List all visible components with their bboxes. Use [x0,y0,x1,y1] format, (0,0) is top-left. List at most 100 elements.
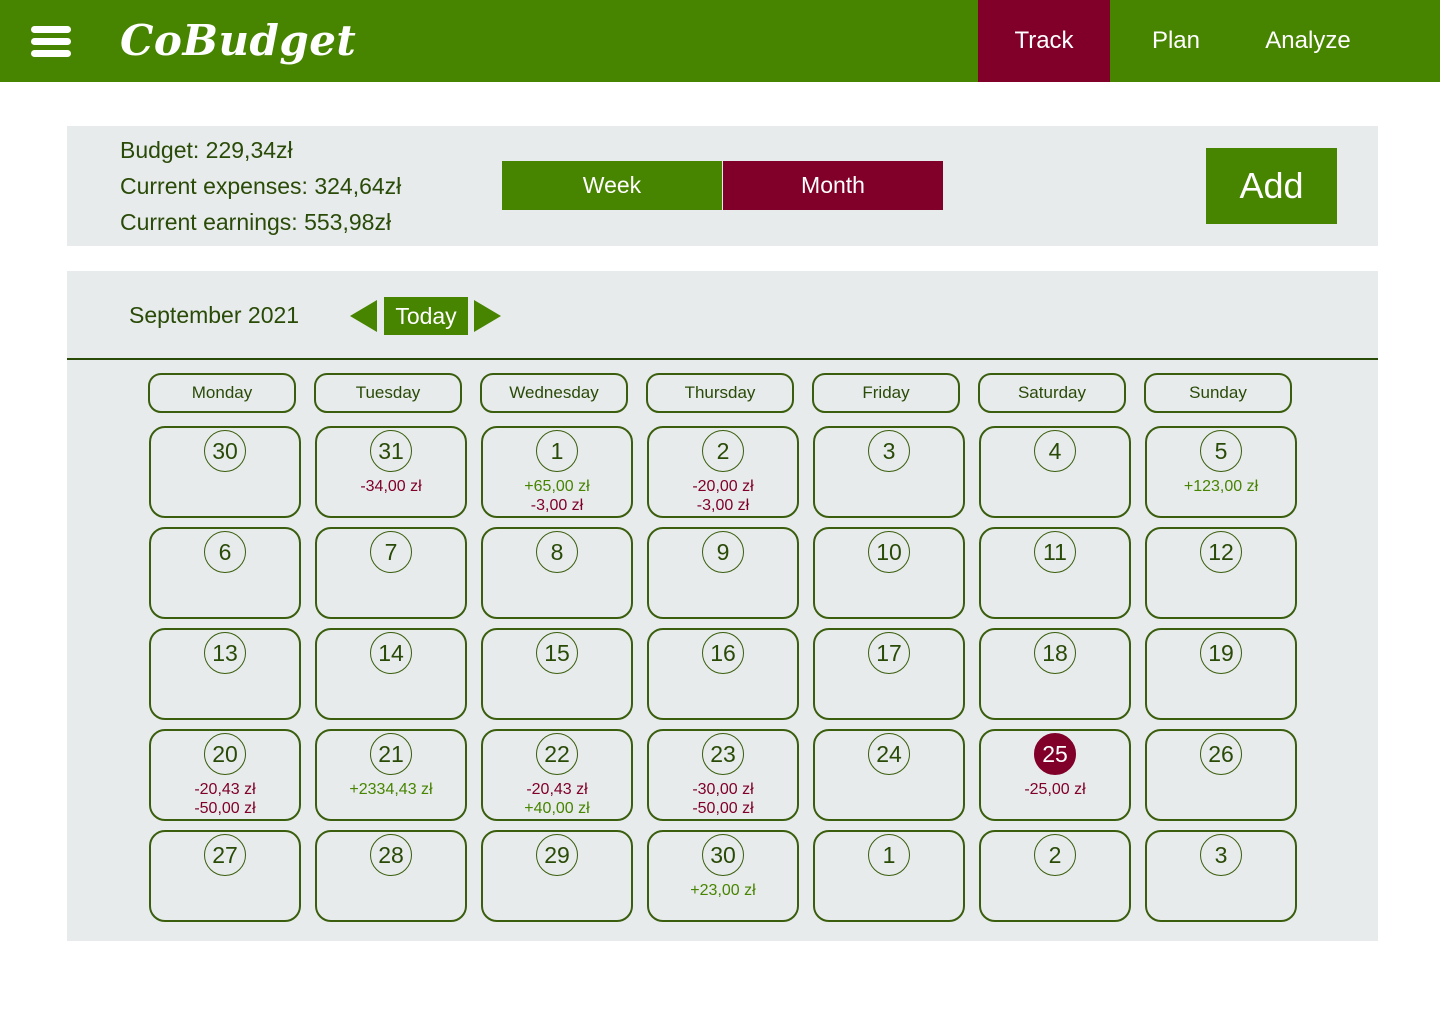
calendar-day-cell[interactable]: 29 [481,830,633,922]
expense-amount: -25,00 zł [1024,781,1086,798]
income-amount: +23,00 zł [690,882,756,899]
day-number: 8 [536,531,578,573]
expense-amount: -3,00 zł [530,497,584,514]
day-number: 28 [370,834,412,876]
expense-amount: -20,43 zł [526,781,588,798]
next-month-arrow-icon[interactable] [474,300,501,332]
nav-tab-track[interactable]: Track [978,0,1110,82]
calendar-day-cell[interactable]: 3 [1145,830,1297,922]
calendar-day-cell[interactable]: 9 [647,527,799,619]
calendar-day-cell[interactable]: 16 [647,628,799,720]
day-number: 20 [204,733,246,775]
calendar-day-cell[interactable]: 31 -34,00 zł [315,426,467,518]
day-number: 13 [204,632,246,674]
today-button[interactable]: Today [384,297,468,335]
current-earnings-value: Current earnings: 553,98zł [120,209,392,235]
day-number: 18 [1034,632,1076,674]
day-number: 19 [1200,632,1242,674]
weekday-header-sunday: Sunday [1144,373,1292,413]
nav-tab-analyze[interactable]: Analyze [1242,0,1374,82]
calendar-day-cell[interactable]: 1 [813,830,965,922]
day-number: 3 [868,430,910,472]
calendar-day-cell[interactable]: 11 [979,527,1131,619]
weekday-header-wednesday: Wednesday [480,373,628,413]
calendar-day-cell[interactable]: 24 [813,729,965,821]
day-number: 1 [868,834,910,876]
day-number: 29 [536,834,578,876]
calendar-day-cell[interactable]: 22 -20,43 zł +40,00 zł [481,729,633,821]
day-number: 11 [1034,531,1076,573]
income-amount: +2334,43 zł [349,781,433,798]
calendar-day-cell[interactable]: 4 [979,426,1131,518]
calendar-day-cell[interactable]: 10 [813,527,965,619]
calendar-day-cell[interactable]: 1 +65,00 zł -3,00 zł [481,426,633,518]
day-number: 17 [868,632,910,674]
calendar-day-cell[interactable]: 20 -20,43 zł -50,00 zł [149,729,301,821]
calendar-day-cell[interactable]: 6 [149,527,301,619]
day-number: 9 [702,531,744,573]
weekday-header-thursday: Thursday [646,373,794,413]
day-number: 30 [702,834,744,876]
calendar-day-cell[interactable]: 13 [149,628,301,720]
calendar-day-cell[interactable]: 12 [1145,527,1297,619]
week-view-button[interactable]: Week [502,161,722,210]
budget-value: Budget: 229,34zł [120,137,293,163]
calendar-day-cell[interactable]: 2 -20,00 zł -3,00 zł [647,426,799,518]
calendar-day-cell[interactable]: 18 [979,628,1131,720]
nav-tab-plan[interactable]: Plan [1110,0,1242,82]
selected-day-number: 25 [1034,733,1076,775]
day-number: 7 [370,531,412,573]
calendar-day-cell[interactable]: 14 [315,628,467,720]
calendar-day-cell[interactable]: 15 [481,628,633,720]
app-logo: CoBudget [120,16,357,65]
day-number: 2 [702,430,744,472]
income-amount: +40,00 zł [524,800,590,817]
calendar-day-cell[interactable]: 23 -30,00 zł -50,00 zł [647,729,799,821]
day-number: 14 [370,632,412,674]
day-number: 15 [536,632,578,674]
expense-amount: -20,00 zł [692,478,754,495]
weekday-header-monday: Monday [148,373,296,413]
calendar-day-cell[interactable]: 26 [1145,729,1297,821]
budget-summary-panel: Budget: 229,34zł Current expenses: 324,6… [67,126,1378,246]
day-number: 4 [1034,430,1076,472]
calendar-day-cell[interactable]: 17 [813,628,965,720]
day-number: 24 [868,733,910,775]
income-amount: +65,00 zł [524,478,590,495]
add-button[interactable]: Add [1206,148,1337,224]
calendar-divider [67,358,1378,360]
weekday-header-tuesday: Tuesday [314,373,462,413]
day-number: 22 [536,733,578,775]
day-number: 1 [536,430,578,472]
calendar-day-cell[interactable]: 2 [979,830,1131,922]
calendar-day-cell[interactable]: 30 [149,426,301,518]
month-view-button[interactable]: Month [723,161,943,210]
expense-amount: -20,43 zł [194,781,256,798]
income-amount: +123,00 zł [1183,478,1259,495]
day-number: 5 [1200,430,1242,472]
day-number: 26 [1200,733,1242,775]
calendar-day-cell[interactable]: 19 [1145,628,1297,720]
previous-month-arrow-icon[interactable] [350,300,377,332]
day-number: 12 [1200,531,1242,573]
calendar-day-cell[interactable]: 30 +23,00 zł [647,830,799,922]
calendar-day-cell[interactable]: 28 [315,830,467,922]
calendar-day-cell[interactable]: 7 [315,527,467,619]
weekday-header-saturday: Saturday [978,373,1126,413]
hamburger-menu-icon[interactable] [31,26,71,58]
calendar-day-cell[interactable]: 21 +2334,43 zł [315,729,467,821]
calendar-day-cell[interactable]: 27 [149,830,301,922]
day-number: 31 [370,430,412,472]
weekday-header-friday: Friday [812,373,960,413]
expense-amount: -3,00 zł [696,497,750,514]
calendar-day-cell[interactable]: 8 [481,527,633,619]
day-number: 27 [204,834,246,876]
calendar-day-cell[interactable]: 3 [813,426,965,518]
calendar-day-cell[interactable]: 25 -25,00 zł [979,729,1131,821]
day-number: 2 [1034,834,1076,876]
day-number: 21 [370,733,412,775]
day-number: 6 [204,531,246,573]
current-expenses-value: Current expenses: 324,64zł [120,173,402,199]
day-number: 30 [204,430,246,472]
calendar-day-cell[interactable]: 5 +123,00 zł [1145,426,1297,518]
